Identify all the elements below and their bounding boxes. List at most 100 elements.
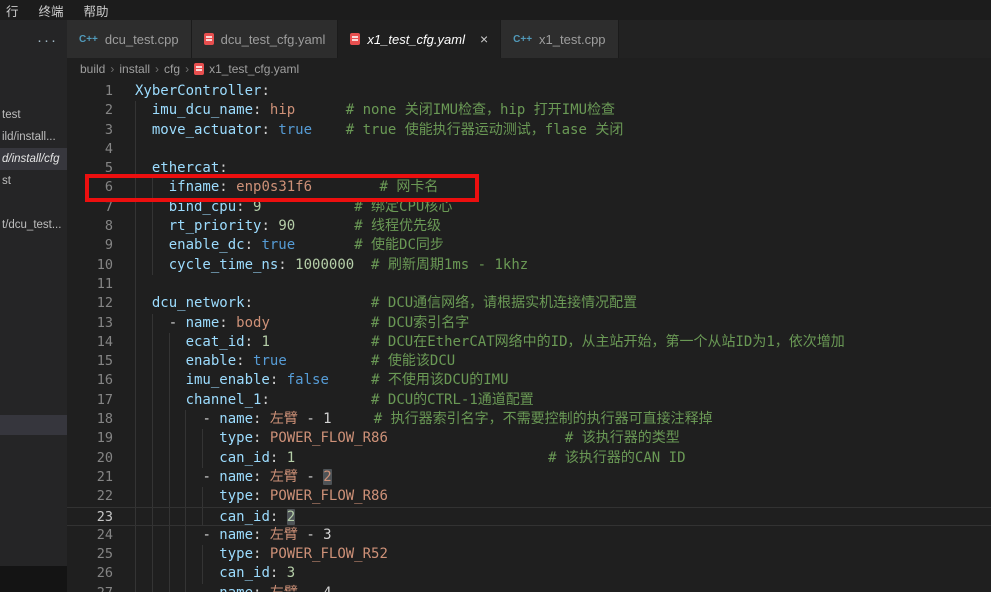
indent-guide — [185, 487, 186, 506]
indent-guide — [135, 236, 136, 255]
indent-guide — [202, 545, 203, 564]
line-number: 2 — [67, 101, 113, 120]
code-line-text: enable_dc: true # 使能DC同步 — [113, 236, 444, 255]
indent-guide — [135, 487, 136, 506]
code-line-text — [113, 275, 135, 294]
code-line: 7 bind_cpu: 9 # 绑定CPU核心 — [67, 198, 991, 217]
breadcrumb-file-label: x1_test_cfg.yaml — [209, 62, 299, 76]
indent-guide — [169, 526, 170, 545]
tab-x1_test_cfg.yaml[interactable]: x1_test_cfg.yaml × — [338, 20, 501, 58]
indent-guide — [185, 429, 186, 448]
yaml-file-icon — [204, 33, 214, 45]
tab-bar: C++dcu_test.cpp dcu_test_cfg.yaml x1_test_… — [67, 20, 991, 58]
cpp-file-icon: C++ — [79, 34, 98, 45]
line-number: 7 — [67, 198, 113, 217]
code-line-text: - name: 左臂 - 3 — [113, 526, 332, 545]
code-line-text: type: POWER_FLOW_R52 — [113, 545, 388, 564]
code-line: 12 dcu_network: # DCU通信网络，请根据实机连接情况配置 — [67, 294, 991, 313]
code-line: 18 - name: 左臂 - 1 # 执行器索引名字，不需要控制的执行器可直接… — [67, 410, 991, 429]
indent-guide — [169, 564, 170, 583]
indent-guide — [185, 526, 186, 545]
sidebar-item[interactable]: d/install/cfg — [0, 148, 67, 170]
code-line-text: can_id: 2 — [113, 508, 295, 525]
indent-guide — [185, 508, 186, 525]
indent-guide — [152, 391, 153, 410]
indent-guide — [185, 468, 186, 487]
indent-guide — [152, 526, 153, 545]
sidebar-item[interactable]: ild/install... — [0, 126, 67, 148]
code-line-text: channel_1: # DCU的CTRL-1通道配置 — [113, 391, 534, 410]
yaml-file-icon — [194, 63, 204, 75]
close-icon[interactable]: × — [480, 32, 488, 46]
indent-guide — [135, 449, 136, 468]
indent-guide — [135, 198, 136, 217]
indent-guide — [135, 256, 136, 275]
sidebar-item[interactable]: test — [0, 104, 67, 126]
code-line: 25 type: POWER_FLOW_R52 — [67, 545, 991, 564]
code-line: 6 ifname: enp0s31f6 # 网卡名 — [67, 178, 991, 197]
tab-dcu_test.cpp[interactable]: C++dcu_test.cpp — [67, 20, 192, 58]
indent-guide — [169, 468, 170, 487]
line-number: 19 — [67, 429, 113, 448]
code-line-text: imu_enable: false # 不使用该DCU的IMU — [113, 371, 509, 390]
code-line: 14 ecat_id: 1 # DCU在EtherCAT网络中的ID，从主站开始… — [67, 333, 991, 352]
indent-guide — [202, 508, 203, 525]
indent-guide — [152, 314, 153, 333]
code-line: 21 - name: 左臂 - 2 — [67, 468, 991, 487]
code-line-text: ethercat: — [113, 159, 228, 178]
indent-guide — [152, 468, 153, 487]
code-line: 22 type: POWER_FLOW_R86 — [67, 487, 991, 506]
indent-guide — [135, 217, 136, 236]
indent-guide — [152, 487, 153, 506]
indent-guide — [135, 314, 136, 333]
line-number: 11 — [67, 275, 113, 294]
sidebar-item[interactable]: st — [0, 170, 67, 192]
code-line-text: - name: body # DCU索引名字 — [113, 314, 469, 333]
indent-guide — [169, 410, 170, 429]
breadcrumb-file[interactable]: x1_test_cfg.yaml — [194, 62, 299, 76]
tab-label: x1_test_cfg.yaml — [367, 32, 465, 47]
indent-guide — [152, 236, 153, 255]
tab-x1_test.cpp[interactable]: C++x1_test.cpp — [501, 20, 618, 58]
indent-guide — [152, 449, 153, 468]
code-line-text: - name: 左臂 - 2 — [113, 468, 332, 487]
indent-guide — [169, 371, 170, 390]
code-editor[interactable]: 1XyberController:2 imu_dcu_name: hip # n… — [67, 80, 991, 592]
menu-item-2[interactable]: 帮助 — [84, 1, 109, 20]
menu-item-0[interactable]: 行 — [6, 1, 19, 20]
more-actions-button[interactable]: ··· — [37, 32, 58, 49]
menu-item-1[interactable]: 终端 — [39, 1, 64, 20]
indent-guide — [135, 564, 136, 583]
indent-guide — [169, 487, 170, 506]
line-number: 15 — [67, 352, 113, 371]
breadcrumb-item[interactable]: build — [80, 62, 105, 76]
code-line: 4 — [67, 140, 991, 159]
line-number: 14 — [67, 333, 113, 352]
code-line-text: - name: 左臂 - 1 # 执行器索引名字，不需要控制的执行器可直接注释掉 — [113, 410, 713, 429]
breadcrumb-item[interactable]: install — [119, 62, 150, 76]
code-line: 23 can_id: 2 — [67, 507, 991, 526]
tab-label: dcu_test_cfg.yaml — [221, 32, 326, 47]
line-number: 13 — [67, 314, 113, 333]
code-line: 16 imu_enable: false # 不使用该DCU的IMU — [67, 371, 991, 390]
code-line: 19 type: POWER_FLOW_R86 # 该执行器的类型 — [67, 429, 991, 448]
indent-guide — [152, 178, 153, 197]
breadcrumb-item[interactable]: cfg — [164, 62, 180, 76]
chevron-right-icon: › — [155, 62, 159, 76]
indent-guide — [135, 508, 136, 525]
chevron-right-icon: › — [185, 62, 189, 76]
code-line: 17 channel_1: # DCU的CTRL-1通道配置 — [67, 391, 991, 410]
tab-dcu_test_cfg.yaml[interactable]: dcu_test_cfg.yaml — [192, 20, 339, 58]
indent-guide — [135, 178, 136, 197]
sidebar-item[interactable]: t/dcu_test... — [0, 214, 67, 236]
sidebar-selected-row[interactable] — [0, 415, 67, 435]
editor-group: C++dcu_test.cpp dcu_test_cfg.yaml x1_test_… — [67, 20, 991, 592]
indent-guide — [152, 333, 153, 352]
line-number: 5 — [67, 159, 113, 178]
indent-guide — [135, 294, 136, 313]
indent-guide — [185, 449, 186, 468]
code-line-text: type: POWER_FLOW_R86 # 该执行器的类型 — [113, 429, 680, 448]
indent-guide — [152, 410, 153, 429]
menu-bar: 行 终端 帮助 — [0, 0, 991, 20]
cpp-file-icon: C++ — [513, 34, 532, 45]
